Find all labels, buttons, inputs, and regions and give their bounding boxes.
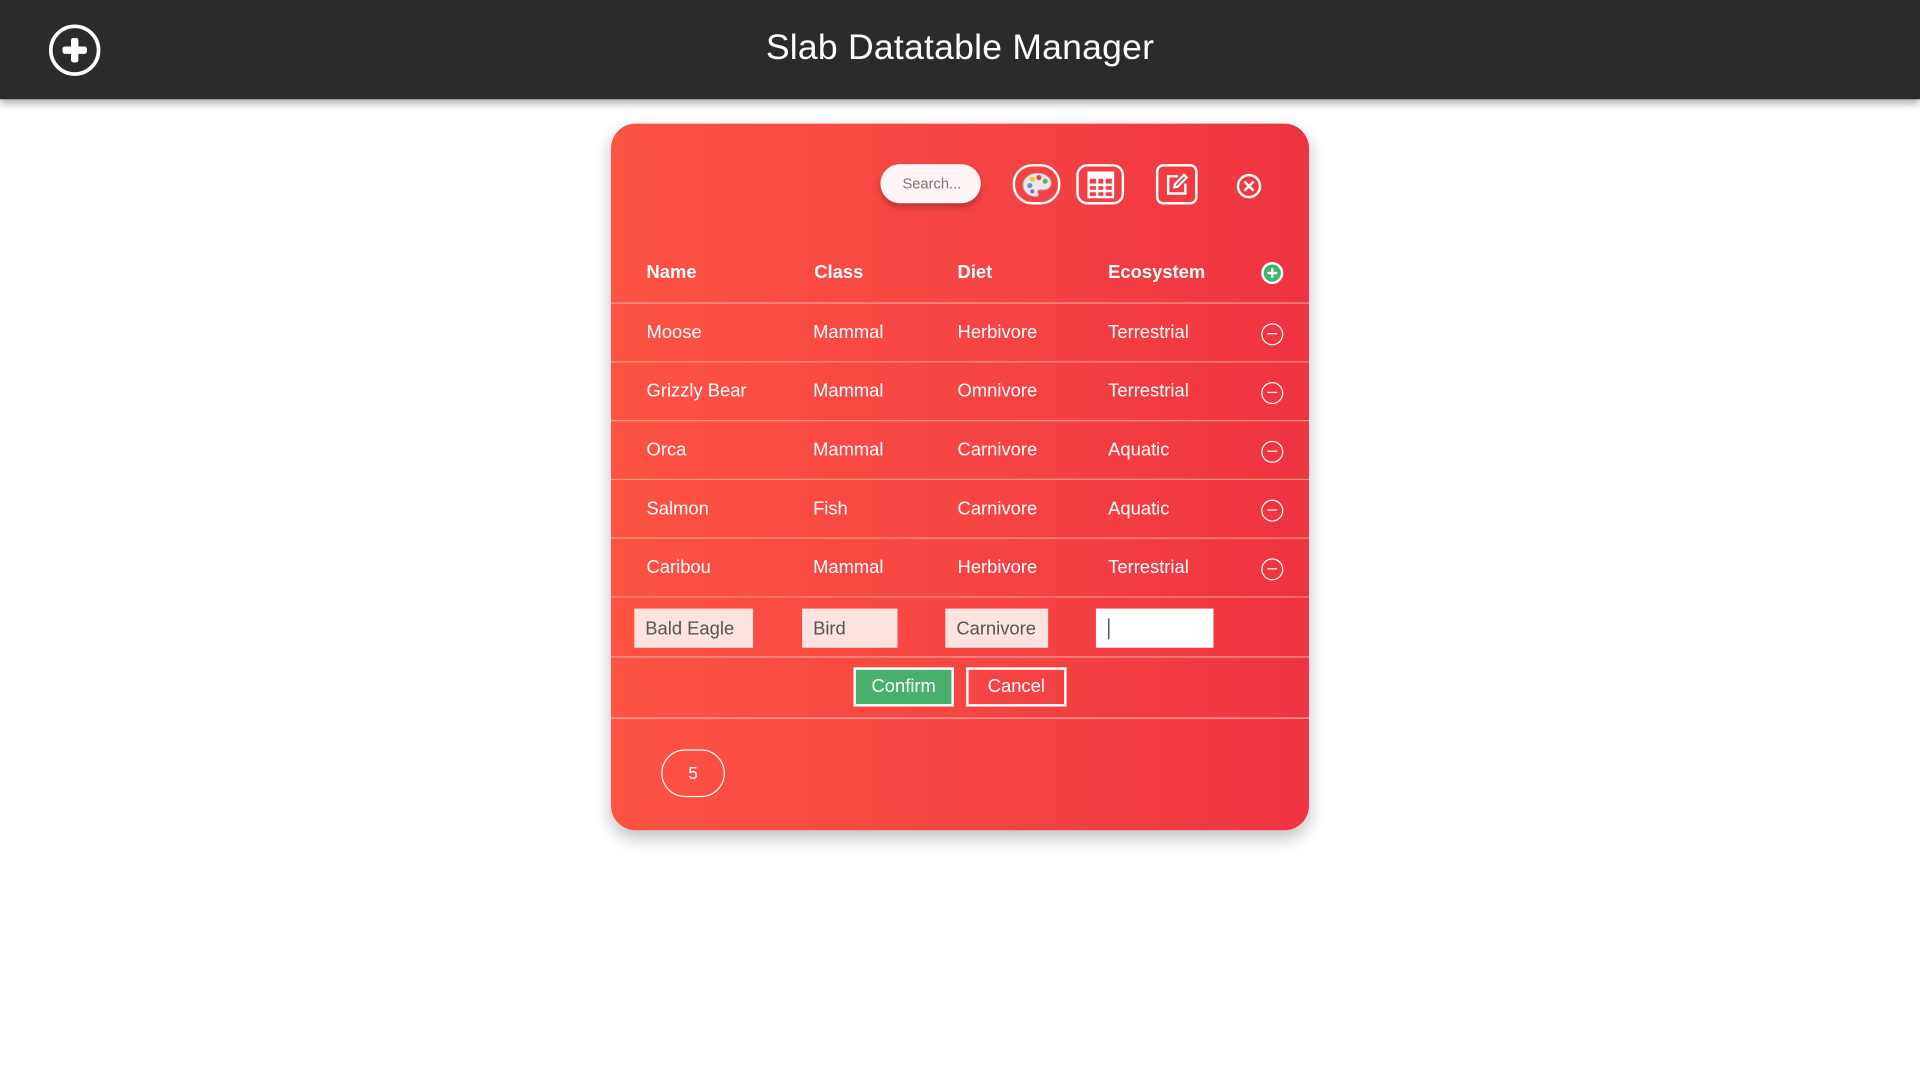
cell-ecosystem: Terrestrial: [1108, 380, 1189, 402]
cell-diet: Omnivore: [957, 380, 1038, 402]
new-row-editor: [611, 599, 1309, 658]
remove-row-icon[interactable]: [1261, 323, 1284, 346]
table-header: Name Class Diet Ecosystem: [611, 244, 1309, 304]
palette-icon: [1021, 172, 1052, 197]
close-button[interactable]: [1229, 165, 1267, 205]
palette-button[interactable]: [1012, 164, 1061, 205]
cell-class: Mammal: [813, 439, 884, 461]
row-actions: Confirm Cancel: [611, 658, 1309, 719]
column-header-class[interactable]: Class: [814, 244, 863, 303]
page: Slab Datatable Manager Search... Name Cl…: [0, 0, 1920, 1080]
add-row-icon[interactable]: [1261, 262, 1284, 285]
table-row: Orca Mammal Carnivore Aquatic: [611, 421, 1309, 481]
new-class-field[interactable]: [802, 608, 898, 648]
cell-diet: Carnivore: [957, 439, 1038, 461]
edit-button[interactable]: [1155, 164, 1198, 205]
cancel-button[interactable]: Cancel: [966, 667, 1067, 707]
remove-row-icon[interactable]: [1261, 382, 1284, 405]
confirm-button[interactable]: Confirm: [853, 667, 954, 707]
close-icon: [1236, 173, 1261, 198]
column-header-name[interactable]: Name: [647, 244, 697, 303]
table-row: Moose Mammal Herbivore Terrestrial: [611, 304, 1309, 363]
cell-diet: Carnivore: [957, 498, 1038, 520]
cell-class: Mammal: [813, 322, 884, 343]
table-row: Caribou Mammal Herbivore Terrestrial: [611, 539, 1309, 598]
table-row: Grizzly Bear Mammal Omnivore Terrestrial: [611, 362, 1309, 422]
cell-name: Caribou: [646, 557, 711, 578]
cell-name: Orca: [646, 439, 687, 461]
cell-diet: Herbivore: [957, 557, 1038, 578]
cell-ecosystem: Terrestrial: [1108, 322, 1189, 343]
remove-row-icon[interactable]: [1261, 499, 1284, 522]
cell-name: Salmon: [646, 498, 709, 520]
cell-class: Mammal: [813, 380, 884, 402]
cell-name: Moose: [646, 322, 702, 343]
cell-diet: Herbivore: [957, 322, 1038, 343]
column-header-diet[interactable]: Diet: [958, 244, 993, 303]
cell-class: Mammal: [813, 557, 884, 578]
cell-ecosystem: Aquatic: [1108, 439, 1170, 461]
cell-ecosystem: Terrestrial: [1108, 557, 1189, 578]
remove-row-icon[interactable]: [1261, 440, 1284, 463]
cell-ecosystem: Aquatic: [1108, 498, 1170, 520]
app-title: Slab Datatable Manager: [765, 28, 1155, 68]
search-input[interactable]: [900, 173, 979, 194]
column-header-ecosystem[interactable]: Ecosystem: [1108, 244, 1205, 303]
text-caret: [1108, 618, 1110, 640]
grid-view-button[interactable]: [1076, 164, 1125, 205]
new-ecosystem-field[interactable]: [1095, 608, 1214, 648]
cell-class: Fish: [813, 498, 848, 520]
edit-icon: [1166, 172, 1189, 195]
page-size-selector[interactable]: 5: [661, 749, 725, 798]
new-name-field[interactable]: [634, 608, 754, 648]
remove-row-icon[interactable]: [1261, 558, 1284, 581]
table-row: Salmon Fish Carnivore Aquatic: [611, 480, 1309, 539]
top-bar: Slab Datatable Manager: [0, 0, 1920, 100]
grid-icon: [1086, 170, 1114, 198]
new-diet-field[interactable]: [945, 608, 1049, 648]
datatable-card: Name Class Diet Ecosystem Moose Mammal H…: [611, 123, 1309, 831]
cell-name: Grizzly Bear: [646, 380, 747, 402]
search-box[interactable]: [880, 164, 981, 204]
